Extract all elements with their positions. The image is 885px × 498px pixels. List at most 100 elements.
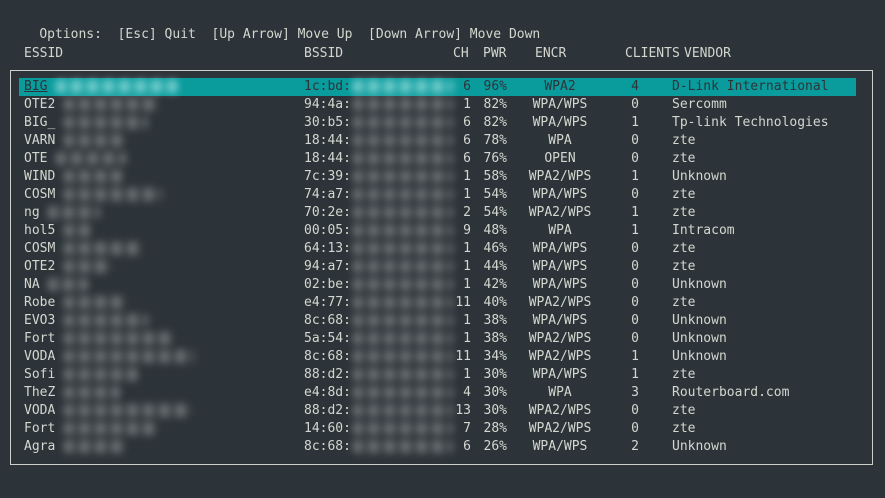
encryption-cell: OPEN — [505, 150, 615, 168]
essid-redacted-blur — [64, 170, 124, 183]
power-cell: 48% — [483, 222, 507, 240]
bssid-cell: 94:a7: — [304, 258, 351, 276]
ap-row[interactable]: VODA88:d2:1330%WPA2/WPS0zte — [0, 402, 885, 420]
essid-redacted-blur — [64, 188, 162, 201]
ap-row[interactable]: OTE18:44:676%OPEN0zte — [0, 150, 885, 168]
bssid-redacted-blur — [353, 98, 453, 111]
essid-cell: ng — [24, 204, 40, 222]
options-bar: Options: [Esc] Quit [Up Arrow] Move Up [… — [8, 8, 540, 26]
essid-cell: VARN — [24, 132, 55, 150]
encryption-cell: WPA/WPS — [505, 366, 615, 384]
ap-row[interactable]: ng70:2e:254%WPA2/WPS1zte — [0, 204, 885, 222]
ap-row[interactable]: COSM74:a7:154%WPA/WPS0zte — [0, 186, 885, 204]
essid-cell: COSM — [24, 186, 55, 204]
clients-cell: 0 — [627, 330, 643, 348]
channel-cell: 1 — [447, 168, 471, 186]
essid-cell: Agra — [24, 438, 55, 456]
ap-row[interactable]: Fort5a:54:138%WPA2/WPS0Unknown — [0, 330, 885, 348]
ap-row[interactable]: OTE294:a7:144%WPA/WPS0zte — [0, 258, 885, 276]
essid-redacted-blur — [64, 260, 112, 273]
power-cell: 30% — [483, 384, 507, 402]
clients-cell: 1 — [627, 204, 643, 222]
ap-row[interactable]: Robee4:77:1140%WPA2/WPS0zte — [0, 294, 885, 312]
bssid-redacted-blur — [353, 314, 453, 327]
ap-row[interactable]: Sofi88:d2:130%WPA/WPS1zte — [0, 366, 885, 384]
ap-row[interactable]: hol500:05:948%WPA1Intracom — [0, 222, 885, 240]
column-header-pwr: PWR — [483, 45, 506, 63]
bssid-redacted-blur — [353, 80, 453, 93]
vendor-cell: Unknown — [672, 168, 727, 186]
bssid-redacted-blur — [353, 206, 453, 219]
essid-redacted-blur — [64, 296, 126, 309]
column-header-encr: ENCR — [535, 45, 566, 63]
essid-cell: TheZ — [24, 384, 55, 402]
bssid-cell: e4:8d: — [304, 384, 351, 402]
column-header-essid: ESSID — [24, 45, 63, 63]
bssid-cell: 02:be: — [304, 276, 351, 294]
power-cell: 44% — [483, 258, 507, 276]
ap-row[interactable]: BIG_30:b5:682%WPA/WPS1Tp-link Technologi… — [0, 114, 885, 132]
ap-row[interactable]: COSM64:13:146%WPA/WPS0zte — [0, 240, 885, 258]
bssid-cell: 7c:39: — [304, 168, 351, 186]
clients-cell: 0 — [627, 186, 643, 204]
encryption-cell: WPA2/WPS — [505, 420, 615, 438]
ap-row[interactable]: OTE294:4a:182%WPA/WPS0Sercomm — [0, 96, 885, 114]
vendor-cell: zte — [672, 132, 695, 150]
bssid-redacted-blur — [353, 224, 453, 237]
ap-row[interactable]: Agra8c:68:626%WPA/WPS2Unknown — [0, 438, 885, 456]
ap-row[interactable]: VODA8c:68:1134%WPA2/WPS1Unknown — [0, 348, 885, 366]
bssid-redacted-blur — [353, 404, 453, 417]
essid-redacted-blur — [64, 440, 126, 453]
essid-cell: VODA — [24, 348, 55, 366]
ap-row[interactable]: NA02:be:142%WPA/WPS0Unknown — [0, 276, 885, 294]
channel-cell: 1 — [447, 366, 471, 384]
power-cell: 34% — [483, 348, 507, 366]
essid-redacted-blur — [64, 224, 92, 237]
encryption-cell: WPA2/WPS — [505, 330, 615, 348]
ap-row[interactable]: Fort14:60:728%WPA2/WPS0zte — [0, 420, 885, 438]
ap-row[interactable]: BIG1c:bd:696%WPA24D-Link International — [0, 78, 885, 96]
essid-redacted-blur — [64, 116, 148, 129]
vendor-cell: zte — [672, 240, 695, 258]
ap-row[interactable]: WIND7c:39:158%WPA2/WPS1Unknown — [0, 168, 885, 186]
ap-row[interactable]: TheZe4:8d:430%WPA3Routerboard.com — [0, 384, 885, 402]
bssid-cell: 18:44: — [304, 132, 351, 150]
options-label: Options: — [39, 27, 102, 42]
clients-cell: 1 — [627, 348, 643, 366]
ap-row[interactable]: EVO38c:68:138%WPA/WPS0Unknown — [0, 312, 885, 330]
essid-redacted-blur — [64, 332, 174, 345]
power-cell: 30% — [483, 402, 507, 420]
bssid-redacted-blur — [353, 386, 453, 399]
encryption-cell: WPA2/WPS — [505, 402, 615, 420]
essid-redacted-blur — [64, 404, 192, 417]
power-cell: 38% — [483, 312, 507, 330]
channel-cell: 1 — [447, 186, 471, 204]
channel-cell: 6 — [447, 150, 471, 168]
power-cell: 46% — [483, 240, 507, 258]
ap-row[interactable]: VARN18:44:678%WPA0zte — [0, 132, 885, 150]
essid-redacted-blur — [64, 314, 148, 327]
bssid-cell: 88:d2: — [304, 366, 351, 384]
bssid-cell: 1c:bd: — [304, 78, 351, 96]
vendor-cell: zte — [672, 402, 695, 420]
essid-redacted-blur — [56, 80, 178, 93]
channel-cell: 6 — [447, 438, 471, 456]
bssid-cell: 70:2e: — [304, 204, 351, 222]
vendor-cell: Unknown — [672, 330, 727, 348]
power-cell: 58% — [483, 168, 507, 186]
channel-cell: 6 — [447, 114, 471, 132]
clients-cell: 1 — [627, 366, 643, 384]
column-header-ch: CH — [453, 45, 469, 63]
encryption-cell: WPA2 — [505, 78, 615, 96]
essid-cell: BIG — [24, 78, 47, 96]
essid-cell: VODA — [24, 402, 55, 420]
essid-cell: OTE — [24, 150, 47, 168]
bssid-redacted-blur — [353, 170, 453, 183]
vendor-cell: Tp-link Technologies — [672, 114, 829, 132]
essid-cell: Sofi — [24, 366, 55, 384]
essid-redacted-blur — [64, 386, 120, 399]
vendor-cell: Unknown — [672, 312, 727, 330]
encryption-cell: WPA2/WPS — [505, 348, 615, 366]
essid-cell: WIND — [24, 168, 55, 186]
bssid-cell: 8c:68: — [304, 438, 351, 456]
